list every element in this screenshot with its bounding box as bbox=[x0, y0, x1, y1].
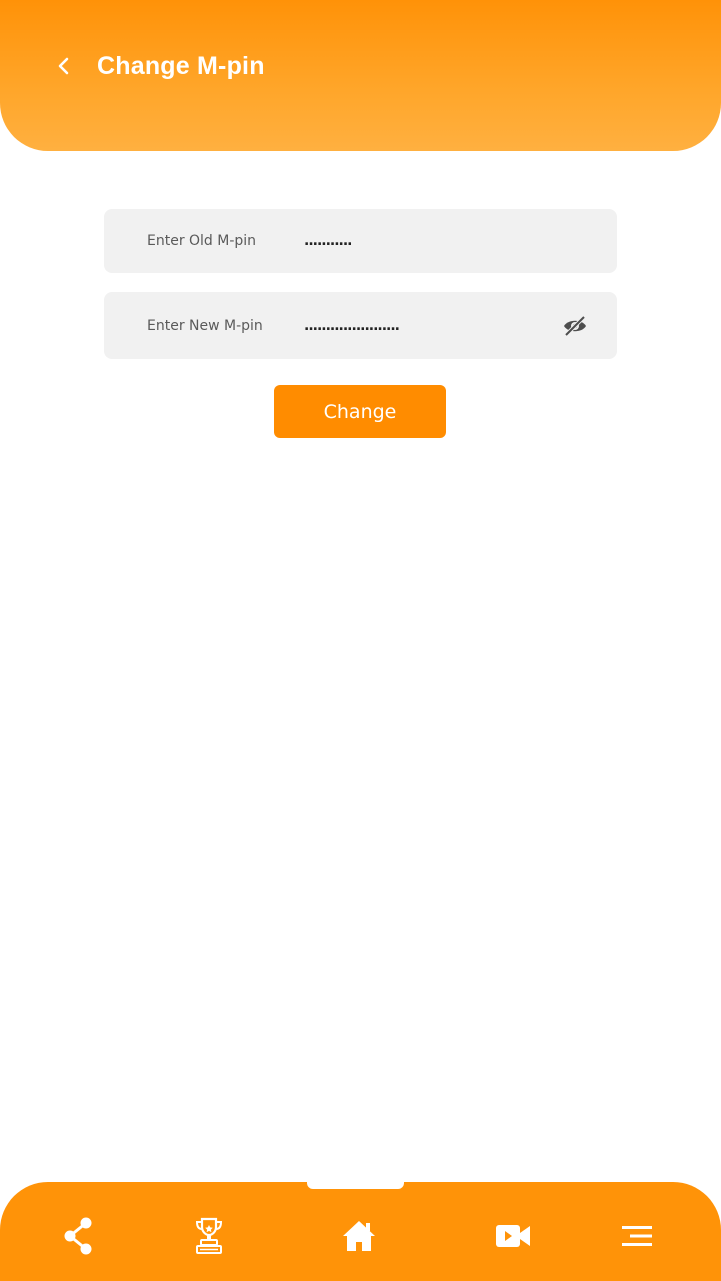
old-pin-input[interactable]: ........... bbox=[304, 234, 524, 248]
nav-trophy[interactable] bbox=[185, 1212, 233, 1260]
eye-off-icon bbox=[564, 315, 586, 336]
chevron-left-icon bbox=[58, 57, 69, 75]
video-icon bbox=[496, 1225, 530, 1247]
back-button[interactable] bbox=[48, 50, 80, 82]
password-visibility-toggle[interactable] bbox=[561, 314, 589, 338]
nav-share[interactable] bbox=[54, 1212, 102, 1260]
new-pin-input[interactable]: ...................... bbox=[304, 319, 524, 333]
change-button[interactable]: Change bbox=[274, 385, 446, 438]
home-icon bbox=[343, 1221, 375, 1251]
nav-home[interactable] bbox=[335, 1212, 383, 1260]
nav-menu[interactable] bbox=[613, 1212, 661, 1260]
share-icon bbox=[64, 1217, 92, 1255]
old-pin-field[interactable]: Enter Old M-pin ........... bbox=[104, 209, 617, 273]
page-title: Change M-pin bbox=[97, 52, 265, 80]
new-pin-label: Enter New M-pin bbox=[147, 317, 263, 334]
new-pin-field[interactable]: Enter New M-pin ...................... bbox=[104, 292, 617, 359]
app-header: Change M-pin bbox=[0, 0, 721, 151]
trophy-icon bbox=[195, 1217, 223, 1254]
menu-icon bbox=[622, 1226, 652, 1246]
nav-video[interactable] bbox=[489, 1212, 537, 1260]
nav-notch bbox=[307, 1178, 404, 1189]
old-pin-label: Enter Old M-pin bbox=[147, 233, 257, 249]
